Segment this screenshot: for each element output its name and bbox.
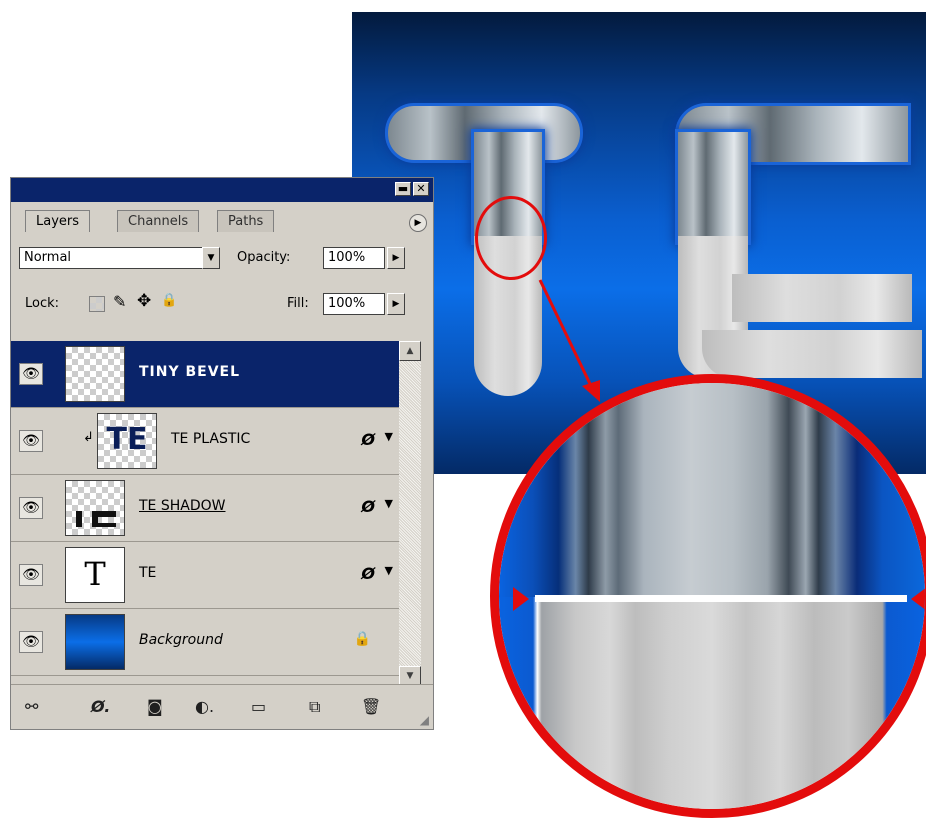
palette-menu-icon[interactable]: ▶ [409, 214, 427, 232]
minimize-button[interactable]: ▬ [395, 182, 411, 196]
zoom-highlight-line [535, 595, 907, 602]
layer-effects-icon[interactable]: Ø [361, 497, 375, 516]
expand-effects-icon[interactable]: ▼ [385, 430, 393, 443]
delete-layer-icon[interactable]: 🗑 [361, 697, 381, 716]
clipping-mask-icon: ↲ [83, 430, 94, 445]
layer-name: TE SHADOW [139, 498, 226, 514]
layer-name: TE PLASTIC [171, 431, 251, 447]
zoom-right-marker-icon [911, 588, 925, 610]
palette-bottom-toolbar: ⚯ Ø. ◙ ◐. ▭ ⧉ 🗑 ◢ [11, 684, 433, 729]
layer-thumbnail [65, 480, 125, 536]
tab-layers[interactable]: Layers [25, 210, 91, 232]
visibility-eye-icon[interactable]: 👁 [19, 430, 43, 452]
palette-titlebar[interactable]: ▬ ✕ [11, 178, 433, 202]
expand-effects-icon[interactable]: ▼ [385, 497, 393, 510]
fill-input[interactable]: 100% [323, 293, 385, 315]
visibility-eye-icon[interactable]: 👁 [19, 564, 43, 586]
zoom-magnifier [490, 374, 926, 818]
new-layer-icon[interactable]: ⧉ [309, 697, 320, 717]
fill-slider-button[interactable]: ▶ [387, 293, 405, 315]
layer-list: 👁 TINY BEVEL 👁 ↲ TE TE PLASTIC Ø ▼ 👁 TE … [11, 341, 399, 686]
visibility-eye-icon[interactable]: 👁 [19, 631, 43, 653]
visibility-eye-icon[interactable]: 👁 [19, 363, 43, 385]
add-layer-mask-icon[interactable]: ◙ [147, 697, 163, 716]
blend-mode-dropdown-icon[interactable]: ▼ [202, 247, 220, 269]
add-layer-style-icon[interactable]: Ø. [91, 697, 110, 716]
layer-lock-icon: 🔒 [353, 631, 371, 647]
layer-thumbnail [65, 346, 125, 402]
layer-row-background[interactable]: 👁 Background 🔒 [11, 609, 399, 676]
opacity-slider-button[interactable]: ▶ [387, 247, 405, 269]
lock-all-icon[interactable]: 🔒 [161, 293, 177, 308]
lock-transparency-icon[interactable] [89, 296, 105, 312]
layer-row-te-shadow[interactable]: 👁 TE SHADOW Ø ▼ [11, 475, 399, 542]
lock-brush-icon[interactable]: ✎ [113, 292, 126, 311]
fill-label: Fill: [287, 296, 309, 311]
layer-thumbnail: TE [97, 413, 157, 469]
layer-list-scrollbar[interactable]: ▲ ▼ [399, 341, 421, 686]
opacity-label: Opacity: [237, 250, 291, 265]
layer-row-te-plastic[interactable]: 👁 ↲ TE TE PLASTIC Ø ▼ [11, 408, 399, 475]
expand-effects-icon[interactable]: ▼ [385, 564, 393, 577]
new-adjustment-layer-icon[interactable]: ◐. [195, 697, 214, 716]
tab-paths[interactable]: Paths [217, 210, 275, 232]
layer-effects-icon[interactable]: Ø [361, 564, 375, 583]
lock-move-icon[interactable]: ✥ [137, 291, 151, 311]
callout-small-circle [475, 196, 547, 280]
layer-name: TINY BEVEL [139, 364, 241, 380]
layer-effects-icon[interactable]: Ø [361, 430, 375, 449]
zoom-plastic-region [499, 597, 925, 809]
layers-palette: ▬ ✕ Layers Channels Paths ▶ Normal ▼ Opa… [10, 177, 434, 730]
layer-row-te[interactable]: 👁 T TE Ø ▼ [11, 542, 399, 609]
scroll-up-button[interactable]: ▲ [399, 341, 421, 361]
layer-name: Background [139, 632, 223, 648]
zoom-left-marker-icon [513, 587, 529, 611]
letter-e-bottom [702, 330, 922, 378]
text-layer-thumbnail: T [65, 547, 125, 603]
palette-tabs: Layers Channels Paths ▶ [11, 202, 433, 232]
tab-channels[interactable]: Channels [117, 210, 200, 232]
visibility-eye-icon[interactable]: 👁 [19, 497, 43, 519]
lock-label: Lock: [25, 296, 60, 311]
lock-row: Lock: ✎ ✥ 🔒 Fill: 100% ▶ [11, 288, 433, 320]
new-group-icon[interactable]: ▭ [251, 697, 266, 716]
blend-mode-select[interactable]: Normal [19, 247, 203, 269]
link-layers-icon[interactable]: ⚯ [25, 697, 38, 716]
layer-name: TE [139, 565, 157, 581]
letter-e-spine [678, 132, 748, 242]
letter-e-middle [732, 274, 912, 322]
layer-thumbnail [65, 614, 125, 670]
close-button[interactable]: ✕ [413, 182, 429, 196]
blend-row: Normal ▼ Opacity: 100% ▶ [11, 242, 433, 272]
scroll-down-button[interactable]: ▼ [399, 666, 421, 686]
opacity-input[interactable]: 100% [323, 247, 385, 269]
zoom-metal-region [499, 383, 925, 597]
layer-row-tiny-bevel[interactable]: 👁 TINY BEVEL [11, 341, 399, 408]
resize-grip-icon[interactable]: ◢ [420, 713, 429, 727]
